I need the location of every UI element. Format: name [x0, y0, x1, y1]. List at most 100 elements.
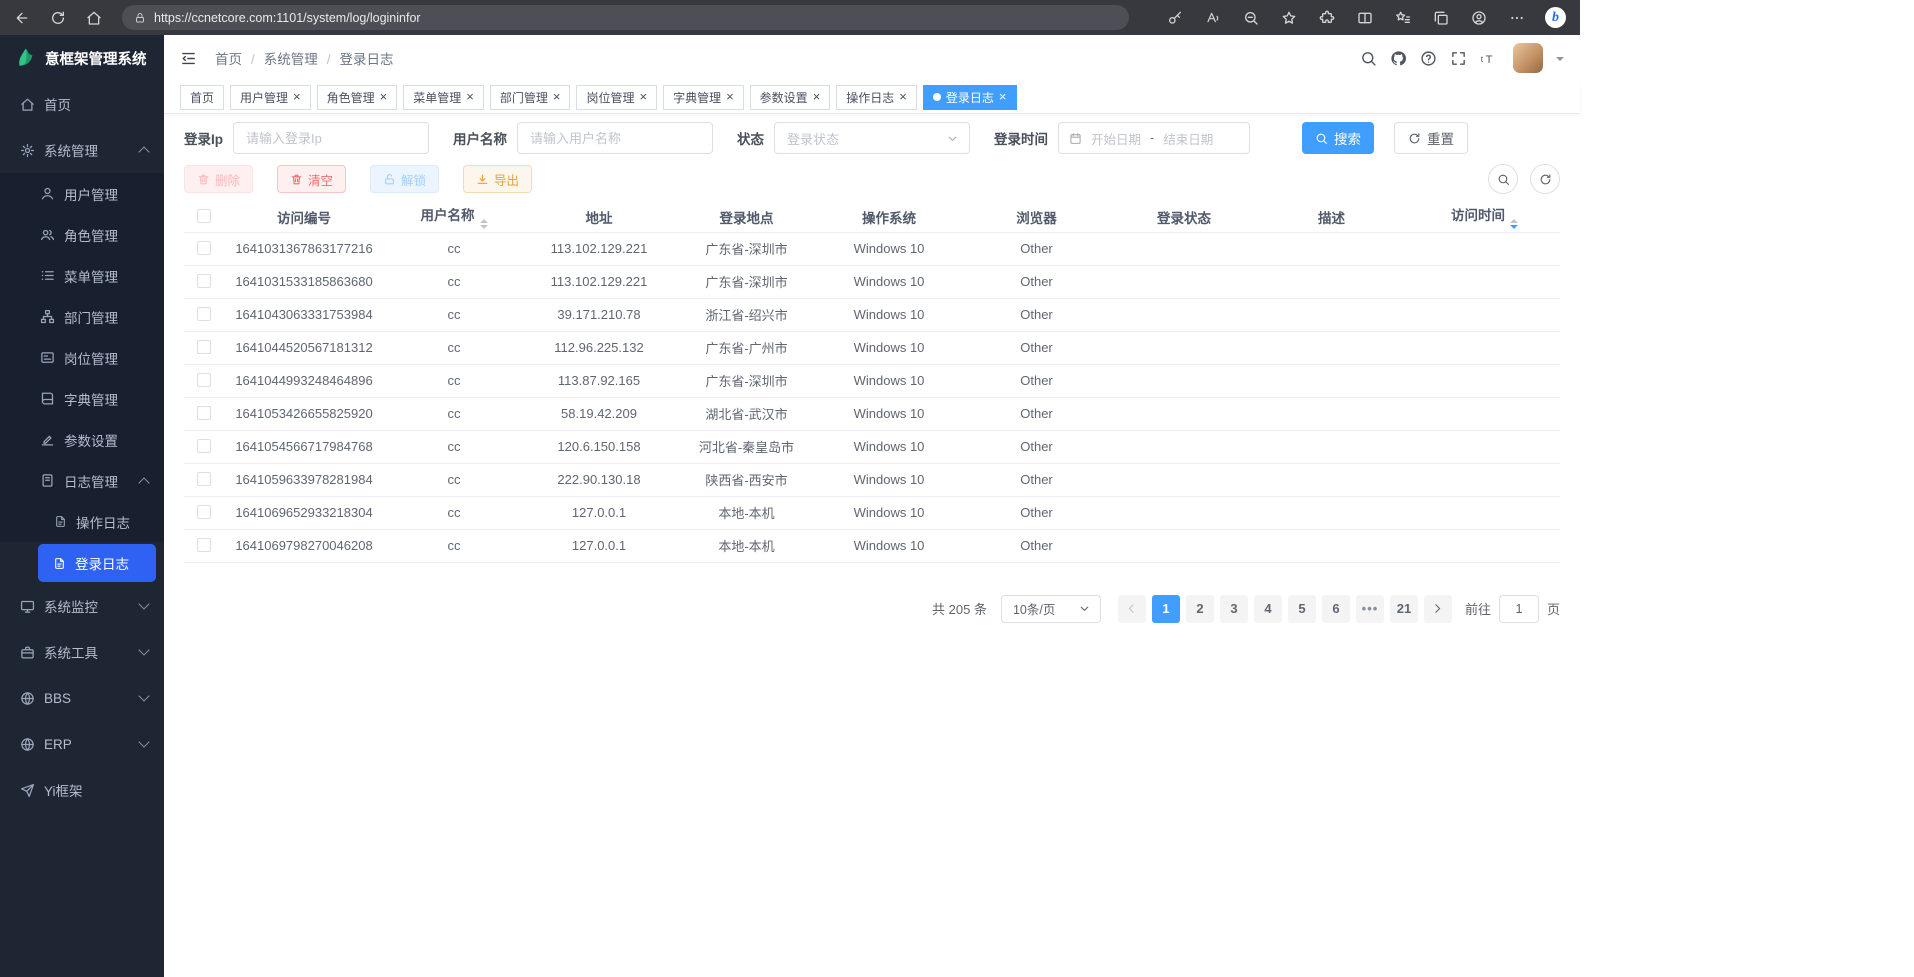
table-row[interactable]: 1641031367863177216 cc 113.102.129.221 广…: [184, 232, 1560, 265]
sidebar-item[interactable]: Yi框架: [0, 767, 164, 813]
refresh-table-button[interactable]: [1530, 164, 1560, 194]
close-tab-icon[interactable]: [639, 90, 647, 104]
github-icon[interactable]: [1390, 50, 1407, 67]
sidebar-item[interactable]: 系统工具: [0, 629, 164, 675]
select-all-checkbox[interactable]: [197, 209, 211, 223]
app-logo[interactable]: 意框架管理系统: [0, 35, 164, 81]
column-header[interactable]: 访问编号: [224, 202, 384, 232]
collapse-sidebar-icon[interactable]: [180, 50, 197, 67]
sidebar-item[interactable]: 部门管理: [0, 296, 164, 337]
column-header[interactable]: 描述: [1254, 202, 1409, 232]
toolbar-button[interactable]: 清空: [277, 165, 346, 193]
copilot-icon[interactable]: b: [1545, 7, 1566, 28]
tab[interactable]: 登录日志: [923, 85, 1017, 110]
read-aloud-icon[interactable]: [1205, 10, 1221, 26]
tab[interactable]: 部门管理: [490, 85, 571, 110]
close-tab-icon[interactable]: [999, 90, 1007, 104]
more-pages-button[interactable]: •••: [1356, 595, 1384, 623]
breadcrumb-item[interactable]: 系统管理: [242, 48, 318, 68]
prev-page-button[interactable]: [1118, 595, 1146, 623]
refresh-icon[interactable]: [50, 10, 66, 26]
sidebar-item[interactable]: 角色管理: [0, 214, 164, 255]
sidebar-item[interactable]: 操作日志: [0, 501, 164, 542]
row-checkbox[interactable]: [197, 505, 211, 519]
table-row[interactable]: 1641053426655825920 cc 58.19.42.209 湖北省-…: [184, 397, 1560, 430]
toolbar-button[interactable]: 解锁: [370, 165, 439, 193]
sidebar-item[interactable]: BBS: [0, 675, 164, 721]
login-ip-input[interactable]: [233, 122, 429, 154]
back-icon[interactable]: [14, 10, 30, 26]
page-button[interactable]: 5: [1288, 595, 1316, 623]
sort-caret-icon[interactable]: [480, 219, 488, 229]
header-search-icon[interactable]: [1360, 50, 1377, 67]
sidebar-item[interactable]: 岗位管理: [0, 337, 164, 378]
status-select[interactable]: 登录状态: [774, 122, 970, 154]
avatar-caret-icon[interactable]: [1556, 57, 1564, 65]
font-size-icon[interactable]: tT: [1480, 50, 1497, 67]
zoom-out-icon[interactable]: [1243, 10, 1259, 26]
table-row[interactable]: 1641044993248464896 cc 113.87.92.165 广东省…: [184, 364, 1560, 397]
username-input[interactable]: [517, 122, 713, 154]
column-header[interactable]: 操作系统: [819, 202, 959, 232]
sidebar-item[interactable]: 首页: [0, 81, 164, 127]
avatar[interactable]: [1513, 43, 1543, 73]
table-row[interactable]: 1641043063331753984 cc 39.171.210.78 浙江省…: [184, 298, 1560, 331]
table-row[interactable]: 1641031533185863680 cc 113.102.129.221 广…: [184, 265, 1560, 298]
tab[interactable]: 角色管理: [317, 85, 398, 110]
password-key-icon[interactable]: [1167, 10, 1183, 26]
close-tab-icon[interactable]: [813, 90, 821, 104]
row-checkbox[interactable]: [197, 439, 211, 453]
column-header[interactable]: 用户名称: [384, 202, 524, 232]
address-bar[interactable]: https://ccnetcore.com:1101/system/log/lo…: [122, 5, 1129, 30]
row-checkbox[interactable]: [197, 538, 211, 552]
sidebar-item[interactable]: 字典管理: [0, 378, 164, 419]
last-page-button[interactable]: 21: [1390, 595, 1418, 623]
sidebar-item[interactable]: 参数设置: [0, 419, 164, 460]
tab[interactable]: 用户管理: [230, 85, 311, 110]
extensions-icon[interactable]: [1319, 10, 1335, 26]
page-button[interactable]: 6: [1322, 595, 1350, 623]
toolbar-button[interactable]: 导出: [463, 165, 532, 193]
home-icon[interactable]: [86, 10, 102, 26]
tab[interactable]: 参数设置: [750, 85, 831, 110]
toolbar-button[interactable]: 删除: [184, 165, 253, 193]
tab[interactable]: 字典管理: [663, 85, 744, 110]
help-icon[interactable]: [1420, 50, 1437, 67]
browser-profile-icon[interactable]: [1471, 10, 1487, 26]
column-header[interactable]: 登录地点: [674, 202, 819, 232]
sidebar-item[interactable]: 登录日志: [38, 544, 156, 582]
close-tab-icon[interactable]: [380, 90, 388, 104]
tab[interactable]: 首页: [180, 85, 224, 110]
breadcrumb-item[interactable]: 登录日志: [318, 48, 394, 68]
row-checkbox[interactable]: [197, 373, 211, 387]
close-tab-icon[interactable]: [293, 90, 301, 104]
settings-more-icon[interactable]: [1509, 10, 1525, 26]
end-date-placeholder[interactable]: 结束日期: [1163, 129, 1213, 148]
row-checkbox[interactable]: [197, 472, 211, 486]
table-row[interactable]: 1641069652933218304 cc 127.0.0.1 本地-本机 W…: [184, 496, 1560, 529]
close-tab-icon[interactable]: [553, 90, 561, 104]
page-button[interactable]: 4: [1254, 595, 1282, 623]
close-tab-icon[interactable]: [466, 90, 474, 104]
row-checkbox[interactable]: [197, 241, 211, 255]
search-button[interactable]: 搜索: [1302, 122, 1374, 154]
tab[interactable]: 岗位管理: [576, 85, 657, 110]
add-favorite-icon[interactable]: [1281, 10, 1297, 26]
sidebar-item[interactable]: ERP: [0, 721, 164, 767]
sidebar-item[interactable]: 日志管理: [0, 460, 164, 501]
tab[interactable]: 菜单管理: [403, 85, 484, 110]
row-checkbox[interactable]: [197, 307, 211, 321]
close-tab-icon[interactable]: [726, 90, 734, 104]
collections-icon[interactable]: [1433, 10, 1449, 26]
split-screen-icon[interactable]: [1357, 10, 1373, 26]
table-row[interactable]: 1641044520567181312 cc 112.96.225.132 广东…: [184, 331, 1560, 364]
close-tab-icon[interactable]: [899, 90, 907, 104]
page-button[interactable]: 3: [1220, 595, 1248, 623]
sidebar-item[interactable]: 用户管理: [0, 173, 164, 214]
date-range-picker[interactable]: 开始日期 - 结束日期: [1058, 122, 1250, 154]
sidebar-item[interactable]: 系统监控: [0, 583, 164, 629]
sidebar-item[interactable]: 系统管理: [0, 127, 164, 173]
page-button[interactable]: 2: [1186, 595, 1214, 623]
next-page-button[interactable]: [1424, 595, 1452, 623]
select-all-cell[interactable]: [184, 202, 224, 232]
